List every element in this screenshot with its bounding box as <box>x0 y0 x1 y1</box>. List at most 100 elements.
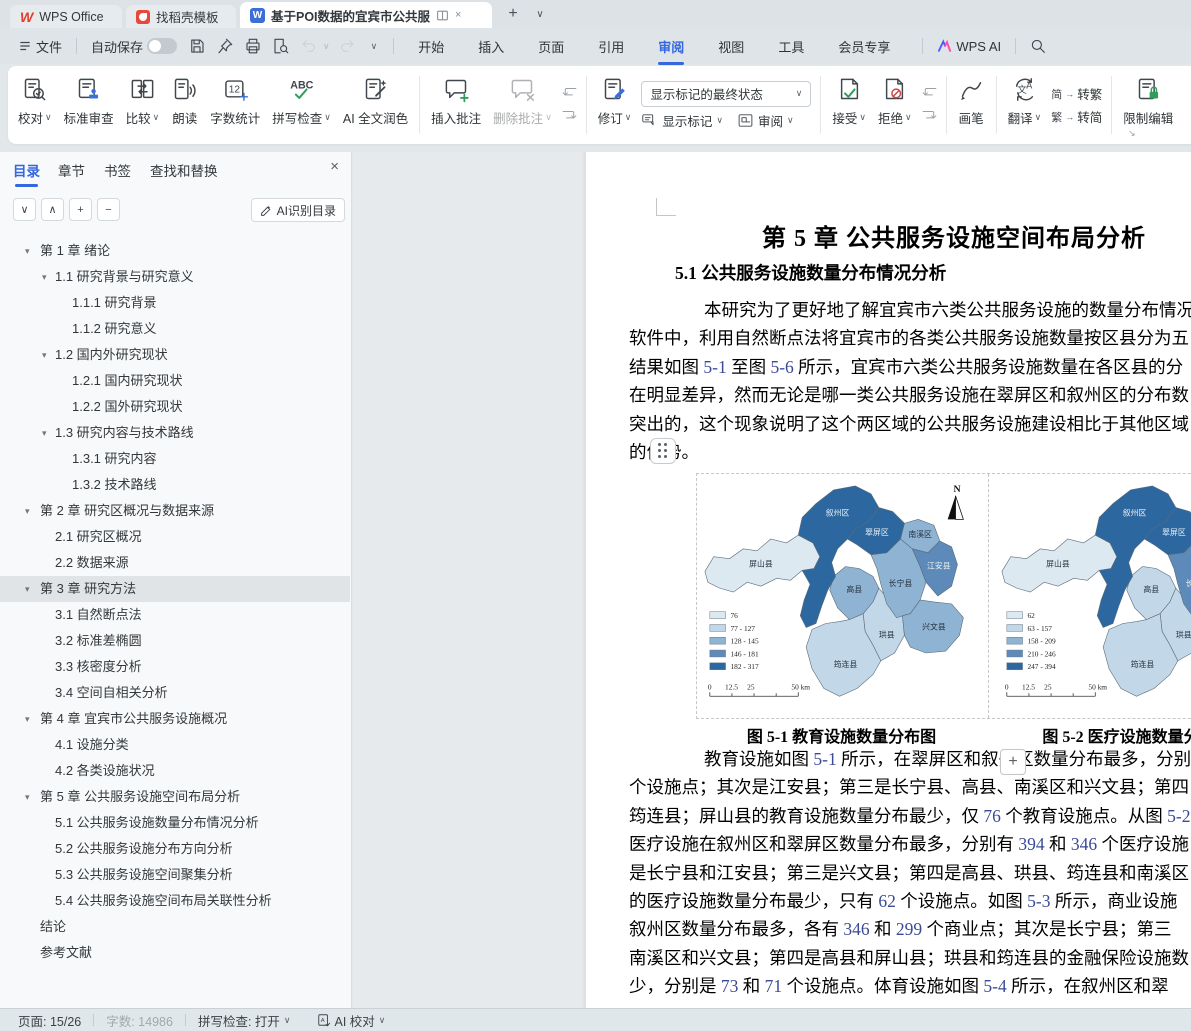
ribbon-tab-会员专享[interactable]: 会员专享 <box>828 33 900 60</box>
toc-collapse-icon[interactable]: ▾ <box>25 706 30 732</box>
toc-collapse-icon[interactable]: ▾ <box>25 238 30 264</box>
ai-recognize-toc-button[interactable]: AI识别目录 <box>251 198 345 222</box>
toolbar-caret-icon[interactable]: ∨ <box>371 41 378 52</box>
toc-item[interactable]: 1.1.1 研究背景 <box>0 290 350 316</box>
toc-item[interactable]: 3.4 空间自相关分析 <box>0 680 350 706</box>
ribbon-tab-页面[interactable]: 页面 <box>528 33 574 60</box>
toc-item[interactable]: 2.1 研究区概况 <box>0 524 350 550</box>
toc-item[interactable]: 5.2 公共服务设施分布方向分析 <box>0 836 350 862</box>
insert-plus-button[interactable]: + <box>1000 749 1026 775</box>
toc-item[interactable]: 3.1 自然断点法 <box>0 602 350 628</box>
next-comment-icon[interactable] <box>561 108 578 125</box>
drag-handle[interactable] <box>650 438 676 464</box>
toc-item[interactable]: ▾第 5 章 公共服务设施空间布局分析 <box>0 784 350 810</box>
tab-docer-templates[interactable]: 找稻壳模板 <box>126 5 236 28</box>
toc-item[interactable]: 1.3.1 研究内容 <box>0 446 350 472</box>
search-icon[interactable] <box>1029 37 1047 55</box>
toc-item[interactable]: 4.2 各类设施状况 <box>0 758 350 784</box>
toc-collapse-icon[interactable]: ▾ <box>42 342 47 368</box>
group-expand-icon[interactable]: ↘ <box>1128 128 1136 139</box>
accept-button[interactable]: 接受∨ <box>826 70 872 140</box>
standard-review-button[interactable]: 标准审查 <box>58 70 120 140</box>
tab-active-document[interactable]: W 基于POI数据的宜宾市公共服 × <box>240 2 492 28</box>
toc-item[interactable]: 3.3 核密度分析 <box>0 654 350 680</box>
word-count-button[interactable]: 12 字数统计 <box>204 70 266 140</box>
autosave-control[interactable]: 自动保存 <box>85 33 183 60</box>
previous-change-icon[interactable] <box>921 85 938 102</box>
autosave-toggle[interactable] <box>147 38 177 54</box>
track-changes-button[interactable]: 修订∨ <box>592 70 638 140</box>
review-pane-button[interactable]: 审阅∨ <box>737 111 794 130</box>
ink-pen-button[interactable]: 画笔 <box>952 70 991 140</box>
ribbon-tab-插入[interactable]: 插入 <box>468 33 514 60</box>
toc-item[interactable]: 1.3.2 技术路线 <box>0 472 350 498</box>
insert-comment-button[interactable]: 插入批注 <box>425 70 487 140</box>
sidebar-tab-find-replace[interactable]: 查找和替换 <box>150 160 218 180</box>
file-menu[interactable]: 文件 <box>12 33 68 60</box>
compare-button[interactable]: 比较∨ <box>120 70 166 140</box>
toc-item[interactable]: 1.1.2 研究意义 <box>0 316 350 342</box>
zoom-in-outline-button[interactable]: + <box>69 198 92 221</box>
markup-state-select[interactable]: 显示标记的最终状态 ∨ <box>641 81 811 107</box>
close-tab-icon[interactable]: × <box>455 9 461 21</box>
sidebar-tab-chapters[interactable]: 章节 <box>58 160 85 180</box>
toc-item[interactable]: ▾第 1 章 绪论 <box>0 238 350 264</box>
delete-comment-button[interactable]: 删除批注∨ <box>487 70 558 140</box>
expand-all-button[interactable]: ∧ <box>41 198 64 221</box>
new-tab-button[interactable]: + <box>503 4 523 24</box>
print-icon[interactable] <box>244 37 262 55</box>
toc-item[interactable]: ▾1.3 研究内容与技术路线 <box>0 420 350 446</box>
toc-item[interactable]: 5.4 公共服务设施空间布局关联性分析 <box>0 888 350 914</box>
pin-icon[interactable] <box>216 37 234 55</box>
toc-collapse-icon[interactable]: ▾ <box>25 498 30 524</box>
toc-item[interactable]: 5.3 公共服务设施空间聚集分析 <box>0 862 350 888</box>
ai-polish-button[interactable]: AI 全文润色 <box>337 70 414 140</box>
simplified-to-traditional-button[interactable]: 简→ 转繁 <box>1051 84 1102 103</box>
toc-collapse-icon[interactable]: ▾ <box>42 420 47 446</box>
sidebar-tab-contents[interactable]: 目录 <box>13 160 40 180</box>
side-by-side-icon[interactable] <box>436 9 449 22</box>
toc-item[interactable]: ▾第 3 章 研究方法 <box>0 576 350 602</box>
print-preview-icon[interactable] <box>272 37 290 55</box>
previous-comment-icon[interactable] <box>561 85 578 102</box>
toc-collapse-icon[interactable]: ▾ <box>25 576 30 602</box>
toc-item[interactable]: ▾1.1 研究背景与研究意义 <box>0 264 350 290</box>
ribbon-tab-审阅[interactable]: 审阅 <box>648 33 694 60</box>
save-icon[interactable] <box>188 37 206 55</box>
toc-item[interactable]: ▾1.2 国内外研究现状 <box>0 342 350 368</box>
toc-collapse-icon[interactable]: ▾ <box>42 264 47 290</box>
ribbon-tab-视图[interactable]: 视图 <box>708 33 754 60</box>
figure-table[interactable]: 屏山县珙县筠连县南溪区长宁县高县兴文县江安县叙州区翠屏区N7677 - 1271… <box>696 473 1191 719</box>
spell-check-button[interactable]: ABC 拼写检查∨ <box>266 70 337 140</box>
restrict-editing-button[interactable]: 限制编辑 <box>1117 70 1179 140</box>
close-sidebar-icon[interactable]: × <box>330 158 339 175</box>
read-aloud-button[interactable]: 朗读 <box>165 70 204 140</box>
sidebar-tab-bookmarks[interactable]: 书签 <box>104 160 131 180</box>
proofread-button[interactable]: 校对∨ <box>12 70 58 140</box>
collapse-all-button[interactable]: ∨ <box>13 198 36 221</box>
spell-check-status[interactable]: 拼写检查: 打开 ∨ <box>198 1011 291 1030</box>
show-markup-button[interactable]: 显示标记∨ <box>641 111 723 130</box>
tab-list-caret-icon[interactable]: ∨ <box>530 4 550 24</box>
toc-item[interactable]: 3.2 标准差椭圆 <box>0 628 350 654</box>
toc-item[interactable]: 1.2.1 国内研究现状 <box>0 368 350 394</box>
toc-item[interactable]: 2.2 数据来源 <box>0 550 350 576</box>
tab-wps-home[interactable]: W WPS Office <box>10 5 122 28</box>
toc-item[interactable]: 结论 <box>0 914 350 940</box>
traditional-to-simplified-button[interactable]: 繁→ 转简 <box>1051 107 1102 126</box>
toc-item[interactable]: 参考文献 <box>0 940 350 966</box>
toc-item[interactable]: ▾第 4 章 宜宾市公共服务设施概况 <box>0 706 350 732</box>
ribbon-tab-工具[interactable]: 工具 <box>768 33 814 60</box>
ribbon-tab-引用[interactable]: 引用 <box>588 33 634 60</box>
redo-icon[interactable] <box>338 37 356 55</box>
wps-ai-button[interactable]: WPS AI <box>931 35 1007 58</box>
toc-item[interactable]: 4.1 设施分类 <box>0 732 350 758</box>
ai-proofread-status[interactable]: A AI 校对 ∨ <box>317 1011 386 1030</box>
translate-button[interactable]: 文A 翻译∨ <box>1002 70 1048 140</box>
document-page[interactable]: 第 5 章 公共服务设施空间布局分析 5.1 公共服务设施数量分布情况分析 本研… <box>586 152 1191 1008</box>
reject-button[interactable]: 拒绝∨ <box>872 70 918 140</box>
toc-item[interactable]: 1.2.2 国外研究现状 <box>0 394 350 420</box>
undo-caret-icon[interactable]: ∨ <box>323 41 330 52</box>
undo-icon[interactable] <box>300 37 318 55</box>
next-change-icon[interactable] <box>921 108 938 125</box>
